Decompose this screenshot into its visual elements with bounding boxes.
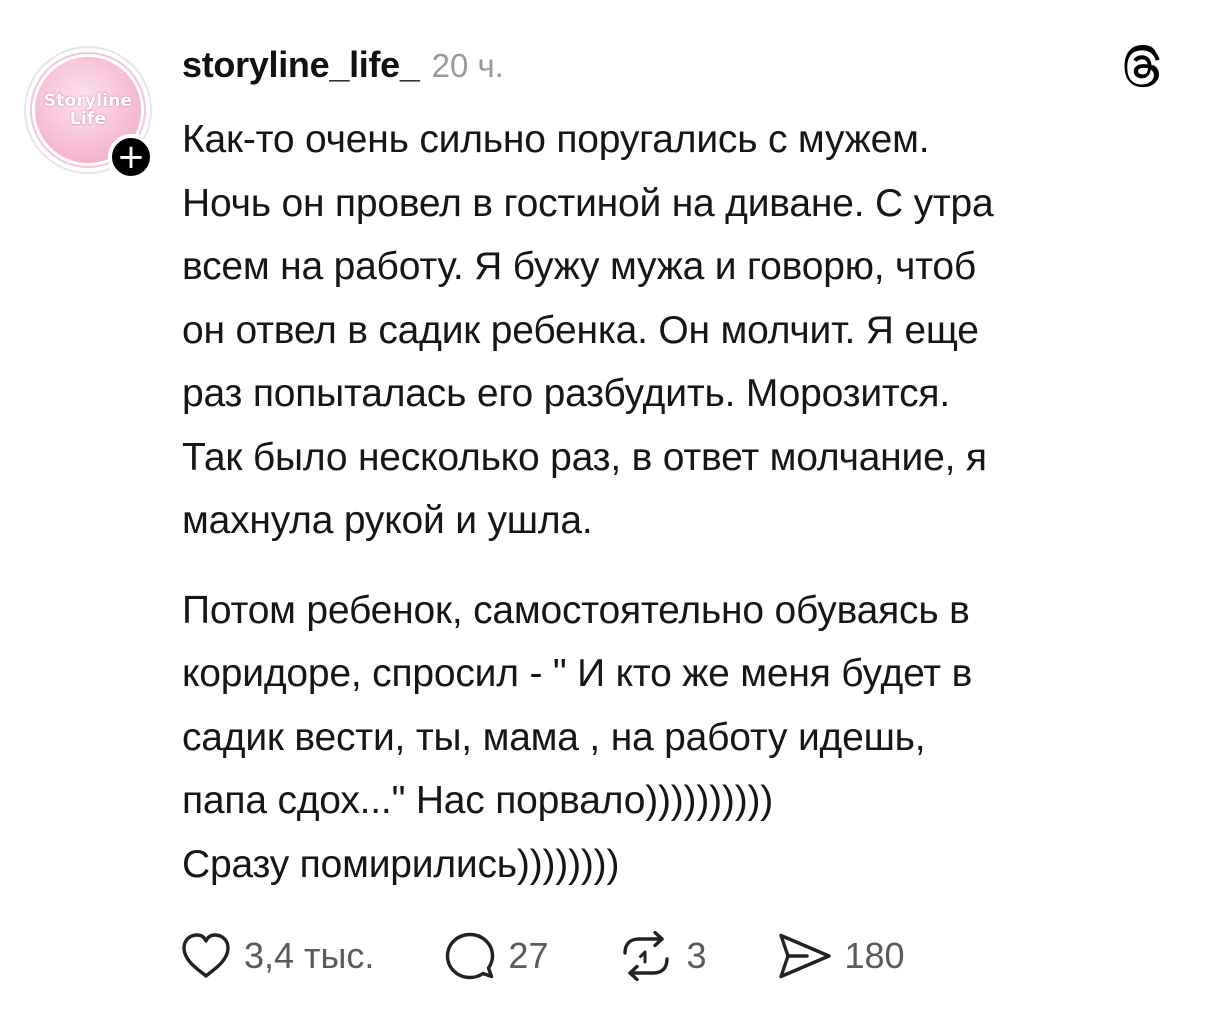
threads-logo-icon[interactable]: [1120, 44, 1166, 90]
username-link[interactable]: storyline_life_: [182, 44, 420, 86]
comment-bubble-icon: [446, 932, 495, 980]
post-paragraph-1: Как-то очень сильно поругались с мужем. …: [182, 118, 994, 542]
avatar-logo-line2: Life: [69, 109, 107, 129]
repost-button[interactable]: 3: [618, 931, 707, 981]
post-paragraph-2: Потом ребенок, самостоятельно обуваясь в…: [182, 588, 973, 886]
avatar-logo-line1: Storyline: [43, 91, 133, 111]
like-count: 3,4 тыс.: [244, 935, 375, 976]
plus-icon: +: [116, 137, 146, 177]
share-count: 180: [844, 935, 905, 976]
post-timestamp: 20 ч.: [431, 47, 504, 84]
send-icon: [778, 933, 831, 979]
post-header: storyline_life_ 20 ч.: [182, 44, 504, 90]
repost-count: 3: [686, 935, 707, 976]
post-body: Как-то очень сильно поругались с мужем. …: [182, 108, 1182, 896]
thread-post: Storyline Life + storyline_life_ 20 ч. К…: [0, 0, 1206, 1018]
follow-button[interactable]: +: [108, 134, 154, 180]
reply-button[interactable]: 27: [444, 931, 548, 981]
like-button[interactable]: 3,4 тыс.: [180, 932, 374, 980]
heart-icon: [182, 933, 230, 978]
repost-icon: [623, 931, 670, 981]
reply-count: 27: [508, 935, 549, 976]
share-button[interactable]: 180: [777, 931, 905, 981]
action-bar: 3,4 тыс. 27 3 180: [180, 928, 905, 984]
